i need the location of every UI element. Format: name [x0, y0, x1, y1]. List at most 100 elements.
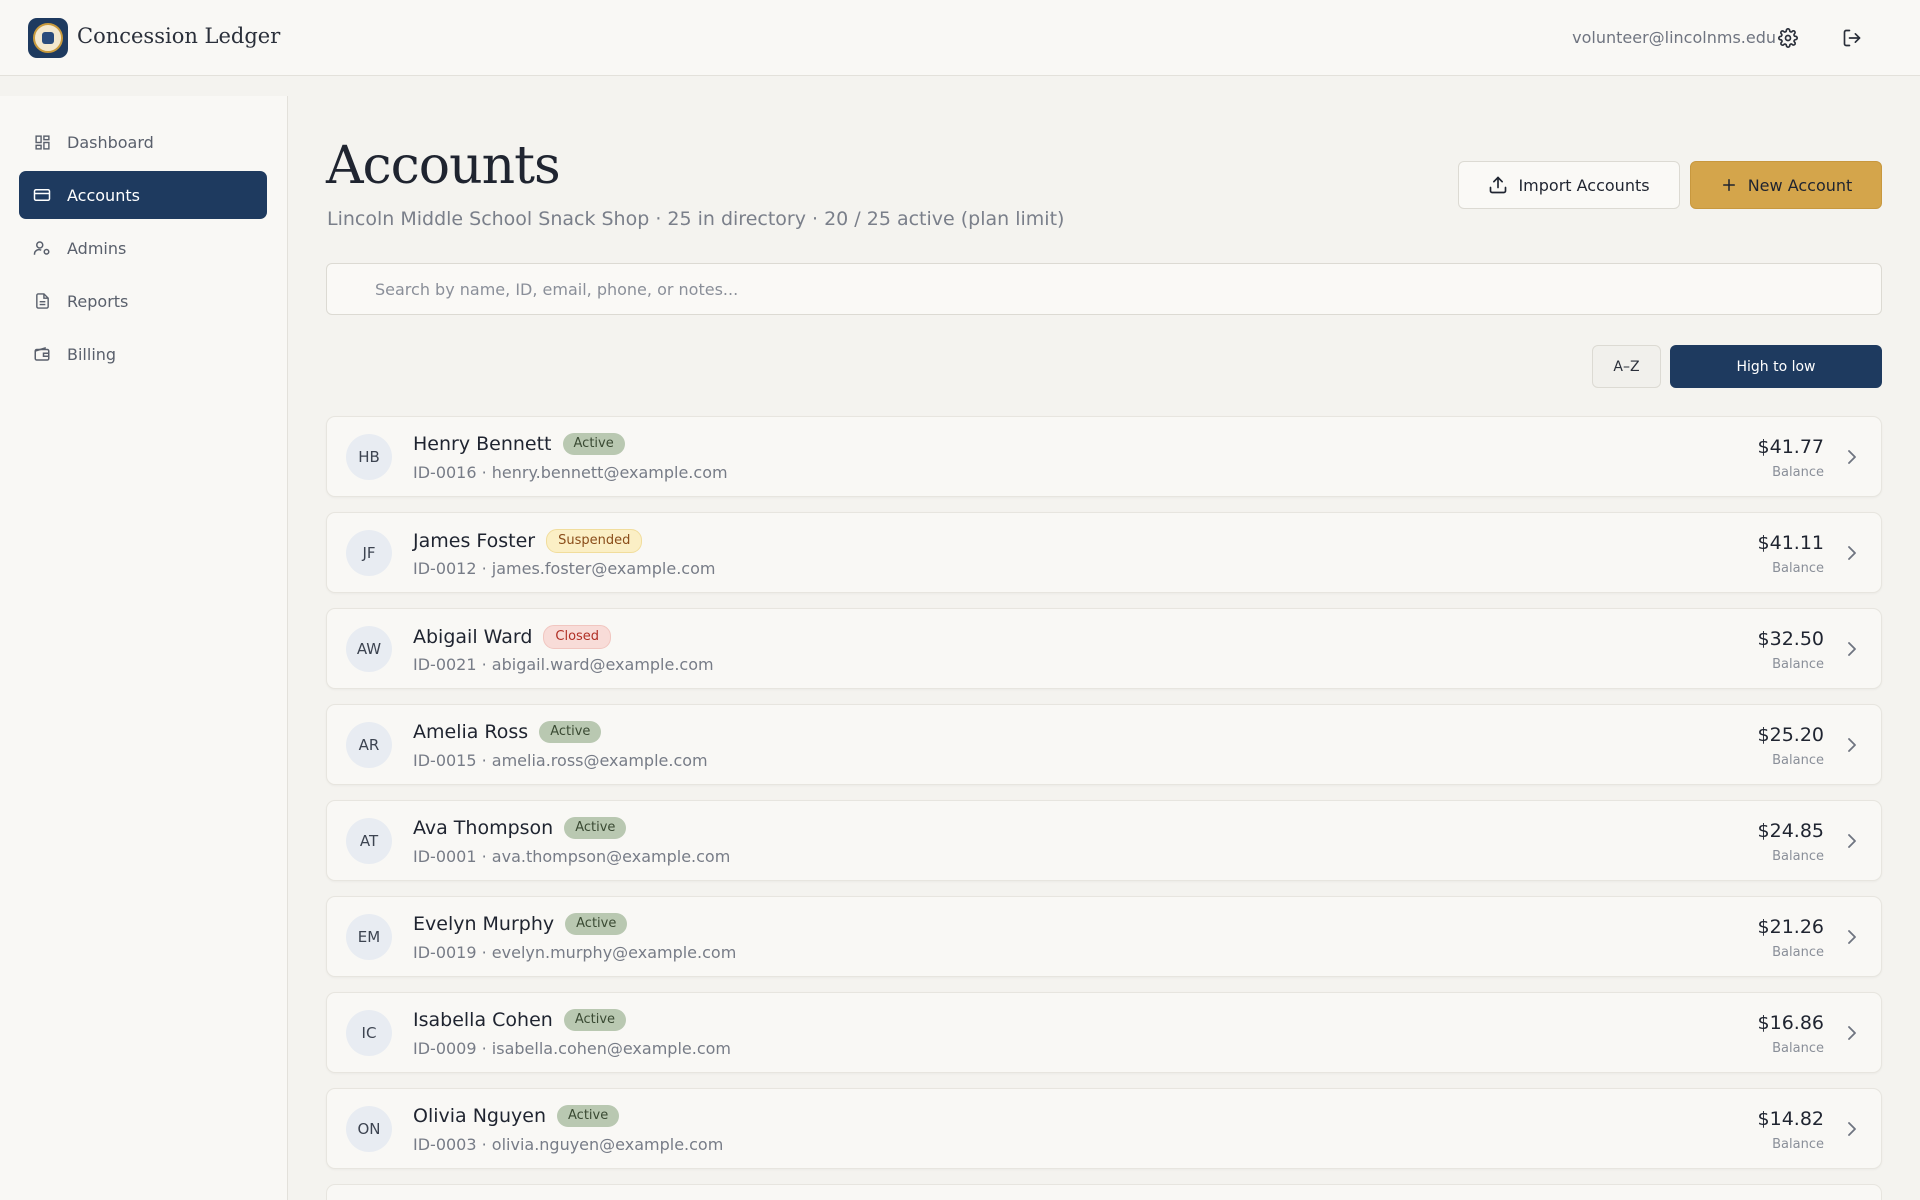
account-row[interactable]: IC Isabella Cohen Active ID-0009 · isabe…: [326, 992, 1882, 1073]
account-meta: ID-0012 · james.foster@example.com: [413, 559, 716, 578]
document-icon: [33, 292, 51, 310]
account-name-line: Evelyn Murphy Active: [413, 913, 628, 935]
status-badge: Suspended: [546, 529, 643, 553]
avatar: AW: [346, 626, 392, 672]
plus-icon: [1720, 176, 1738, 194]
sidebar-item-label: Dashboard: [67, 132, 154, 152]
account-meta: ID-0016 · henry.bennett@example.com: [413, 463, 728, 482]
logo-emblem: [33, 23, 63, 53]
chevron-right-icon[interactable]: [1845, 641, 1859, 657]
account-row[interactable]: AW Abigail Ward Closed ID-0021 · abigail…: [326, 608, 1882, 689]
page-title: Accounts: [326, 136, 561, 196]
chevron-right-icon[interactable]: [1845, 1121, 1859, 1137]
sort-high-to-low-button[interactable]: High to low: [1670, 345, 1882, 388]
chevron-right-icon[interactable]: [1845, 929, 1859, 945]
account-name: Olivia Nguyen: [413, 1105, 547, 1127]
avatar: AT: [346, 818, 392, 864]
sidebar-item-label: Billing: [67, 344, 117, 364]
brand-name: Concession Ledger: [77, 24, 281, 48]
balance-label: Balance: [1772, 657, 1824, 672]
search-input[interactable]: [326, 263, 1882, 315]
account-meta: ID-0021 · abigail.ward@example.com: [413, 655, 714, 674]
new-account-label: New Account: [1747, 175, 1853, 195]
account-meta: ID-0001 · ava.thompson@example.com: [413, 847, 731, 866]
sidebar-item-label: Admins: [67, 238, 127, 258]
app-logo[interactable]: [28, 18, 68, 58]
accounts-list: HB Henry Bennett Active ID-0016 · henry.…: [326, 416, 1882, 1184]
user-email: volunteer@lincolnms.edu: [1572, 28, 1776, 47]
avatar: JF: [346, 530, 392, 576]
sidebar-item-admins[interactable]: Admins: [19, 224, 267, 272]
grid-icon: [33, 133, 51, 151]
account-name-line: Olivia Nguyen Active: [413, 1105, 620, 1127]
account-name-line: Amelia Ross Active: [413, 721, 602, 743]
sidebar-item-dashboard[interactable]: Dashboard: [19, 118, 267, 166]
chevron-right-icon[interactable]: [1845, 545, 1859, 561]
status-badge: Active: [563, 1009, 627, 1031]
account-balance: $21.26: [1757, 916, 1824, 938]
account-name: Evelyn Murphy: [413, 913, 555, 935]
balance-label: Balance: [1772, 849, 1824, 864]
upload-icon: [1488, 175, 1508, 195]
wallet-icon: [33, 345, 51, 363]
card-icon: [33, 186, 51, 204]
status-badge: Active: [564, 817, 627, 839]
import-accounts-button[interactable]: Import Accounts: [1458, 161, 1680, 209]
import-accounts-label: Import Accounts: [1518, 175, 1650, 195]
account-name: Amelia Ross: [413, 721, 529, 743]
status-badge: Active: [539, 721, 602, 743]
avatar: ON: [346, 1106, 392, 1152]
sort-az-button[interactable]: A–Z: [1592, 345, 1661, 388]
top-bar: Concession Ledger volunteer@lincolnms.ed…: [0, 0, 1920, 76]
account-name-line: Isabella Cohen Active: [413, 1009, 627, 1031]
status-badge: Active: [557, 1105, 620, 1127]
chevron-right-icon[interactable]: [1845, 737, 1859, 753]
account-row[interactable]: AT Ava Thompson Active ID-0001 · ava.tho…: [326, 800, 1882, 881]
account-balance: $25.20: [1757, 724, 1824, 746]
avatar: HB: [346, 434, 392, 480]
sidebar-item-label: Accounts: [67, 185, 140, 205]
balance-label: Balance: [1772, 561, 1824, 576]
account-row[interactable]: HB Henry Bennett Active ID-0016 · henry.…: [326, 416, 1882, 497]
account-row[interactable]: EM Evelyn Murphy Active ID-0019 · evelyn…: [326, 896, 1882, 977]
logout-icon[interactable]: [1840, 26, 1864, 50]
chevron-right-icon[interactable]: [1845, 833, 1859, 849]
account-name: James Foster: [413, 530, 536, 552]
status-badge: Active: [562, 433, 625, 455]
balance-label: Balance: [1772, 753, 1824, 768]
balance-label: Balance: [1772, 1137, 1824, 1152]
account-name-line: Henry Bennett Active: [413, 433, 625, 455]
balance-label: Balance: [1772, 1041, 1824, 1056]
list-item-partial[interactable]: [326, 1184, 1882, 1200]
account-row[interactable]: AR Amelia Ross Active ID-0015 · amelia.r…: [326, 704, 1882, 785]
account-name-line: Ava Thompson Active: [413, 817, 627, 839]
new-account-button[interactable]: New Account: [1690, 161, 1882, 209]
account-balance: $14.82: [1757, 1108, 1824, 1130]
sidebar-item-label: Reports: [67, 291, 129, 311]
page-subtitle: Lincoln Middle School Snack Shop · 25 in…: [327, 208, 1065, 230]
account-balance: $16.86: [1757, 1012, 1824, 1034]
sidebar-item-reports[interactable]: Reports: [19, 277, 267, 325]
account-meta: ID-0009 · isabella.cohen@example.com: [413, 1039, 731, 1058]
chevron-right-icon[interactable]: [1845, 449, 1859, 465]
user-gear-icon: [33, 239, 51, 257]
account-name: Abigail Ward: [413, 626, 533, 648]
account-name-line: Abigail Ward Closed: [413, 625, 612, 649]
account-balance: $41.77: [1757, 436, 1824, 458]
account-meta: ID-0019 · evelyn.murphy@example.com: [413, 943, 737, 962]
account-balance: $41.11: [1757, 532, 1824, 554]
balance-label: Balance: [1772, 465, 1824, 480]
account-name-line: James Foster Suspended: [413, 529, 643, 553]
avatar: EM: [346, 914, 392, 960]
account-meta: ID-0015 · amelia.ross@example.com: [413, 751, 708, 770]
account-balance: $32.50: [1757, 628, 1824, 650]
chevron-right-icon[interactable]: [1845, 1025, 1859, 1041]
gear-icon[interactable]: [1776, 26, 1800, 50]
account-row[interactable]: JF James Foster Suspended ID-0012 · jame…: [326, 512, 1882, 593]
account-row[interactable]: ON Olivia Nguyen Active ID-0003 · olivia…: [326, 1088, 1882, 1169]
sidebar-item-billing[interactable]: Billing: [19, 330, 267, 378]
account-meta: ID-0003 · olivia.nguyen@example.com: [413, 1135, 724, 1154]
status-badge: Active: [565, 913, 628, 935]
sidebar-item-accounts[interactable]: Accounts: [19, 171, 267, 219]
account-balance: $24.85: [1757, 820, 1824, 842]
